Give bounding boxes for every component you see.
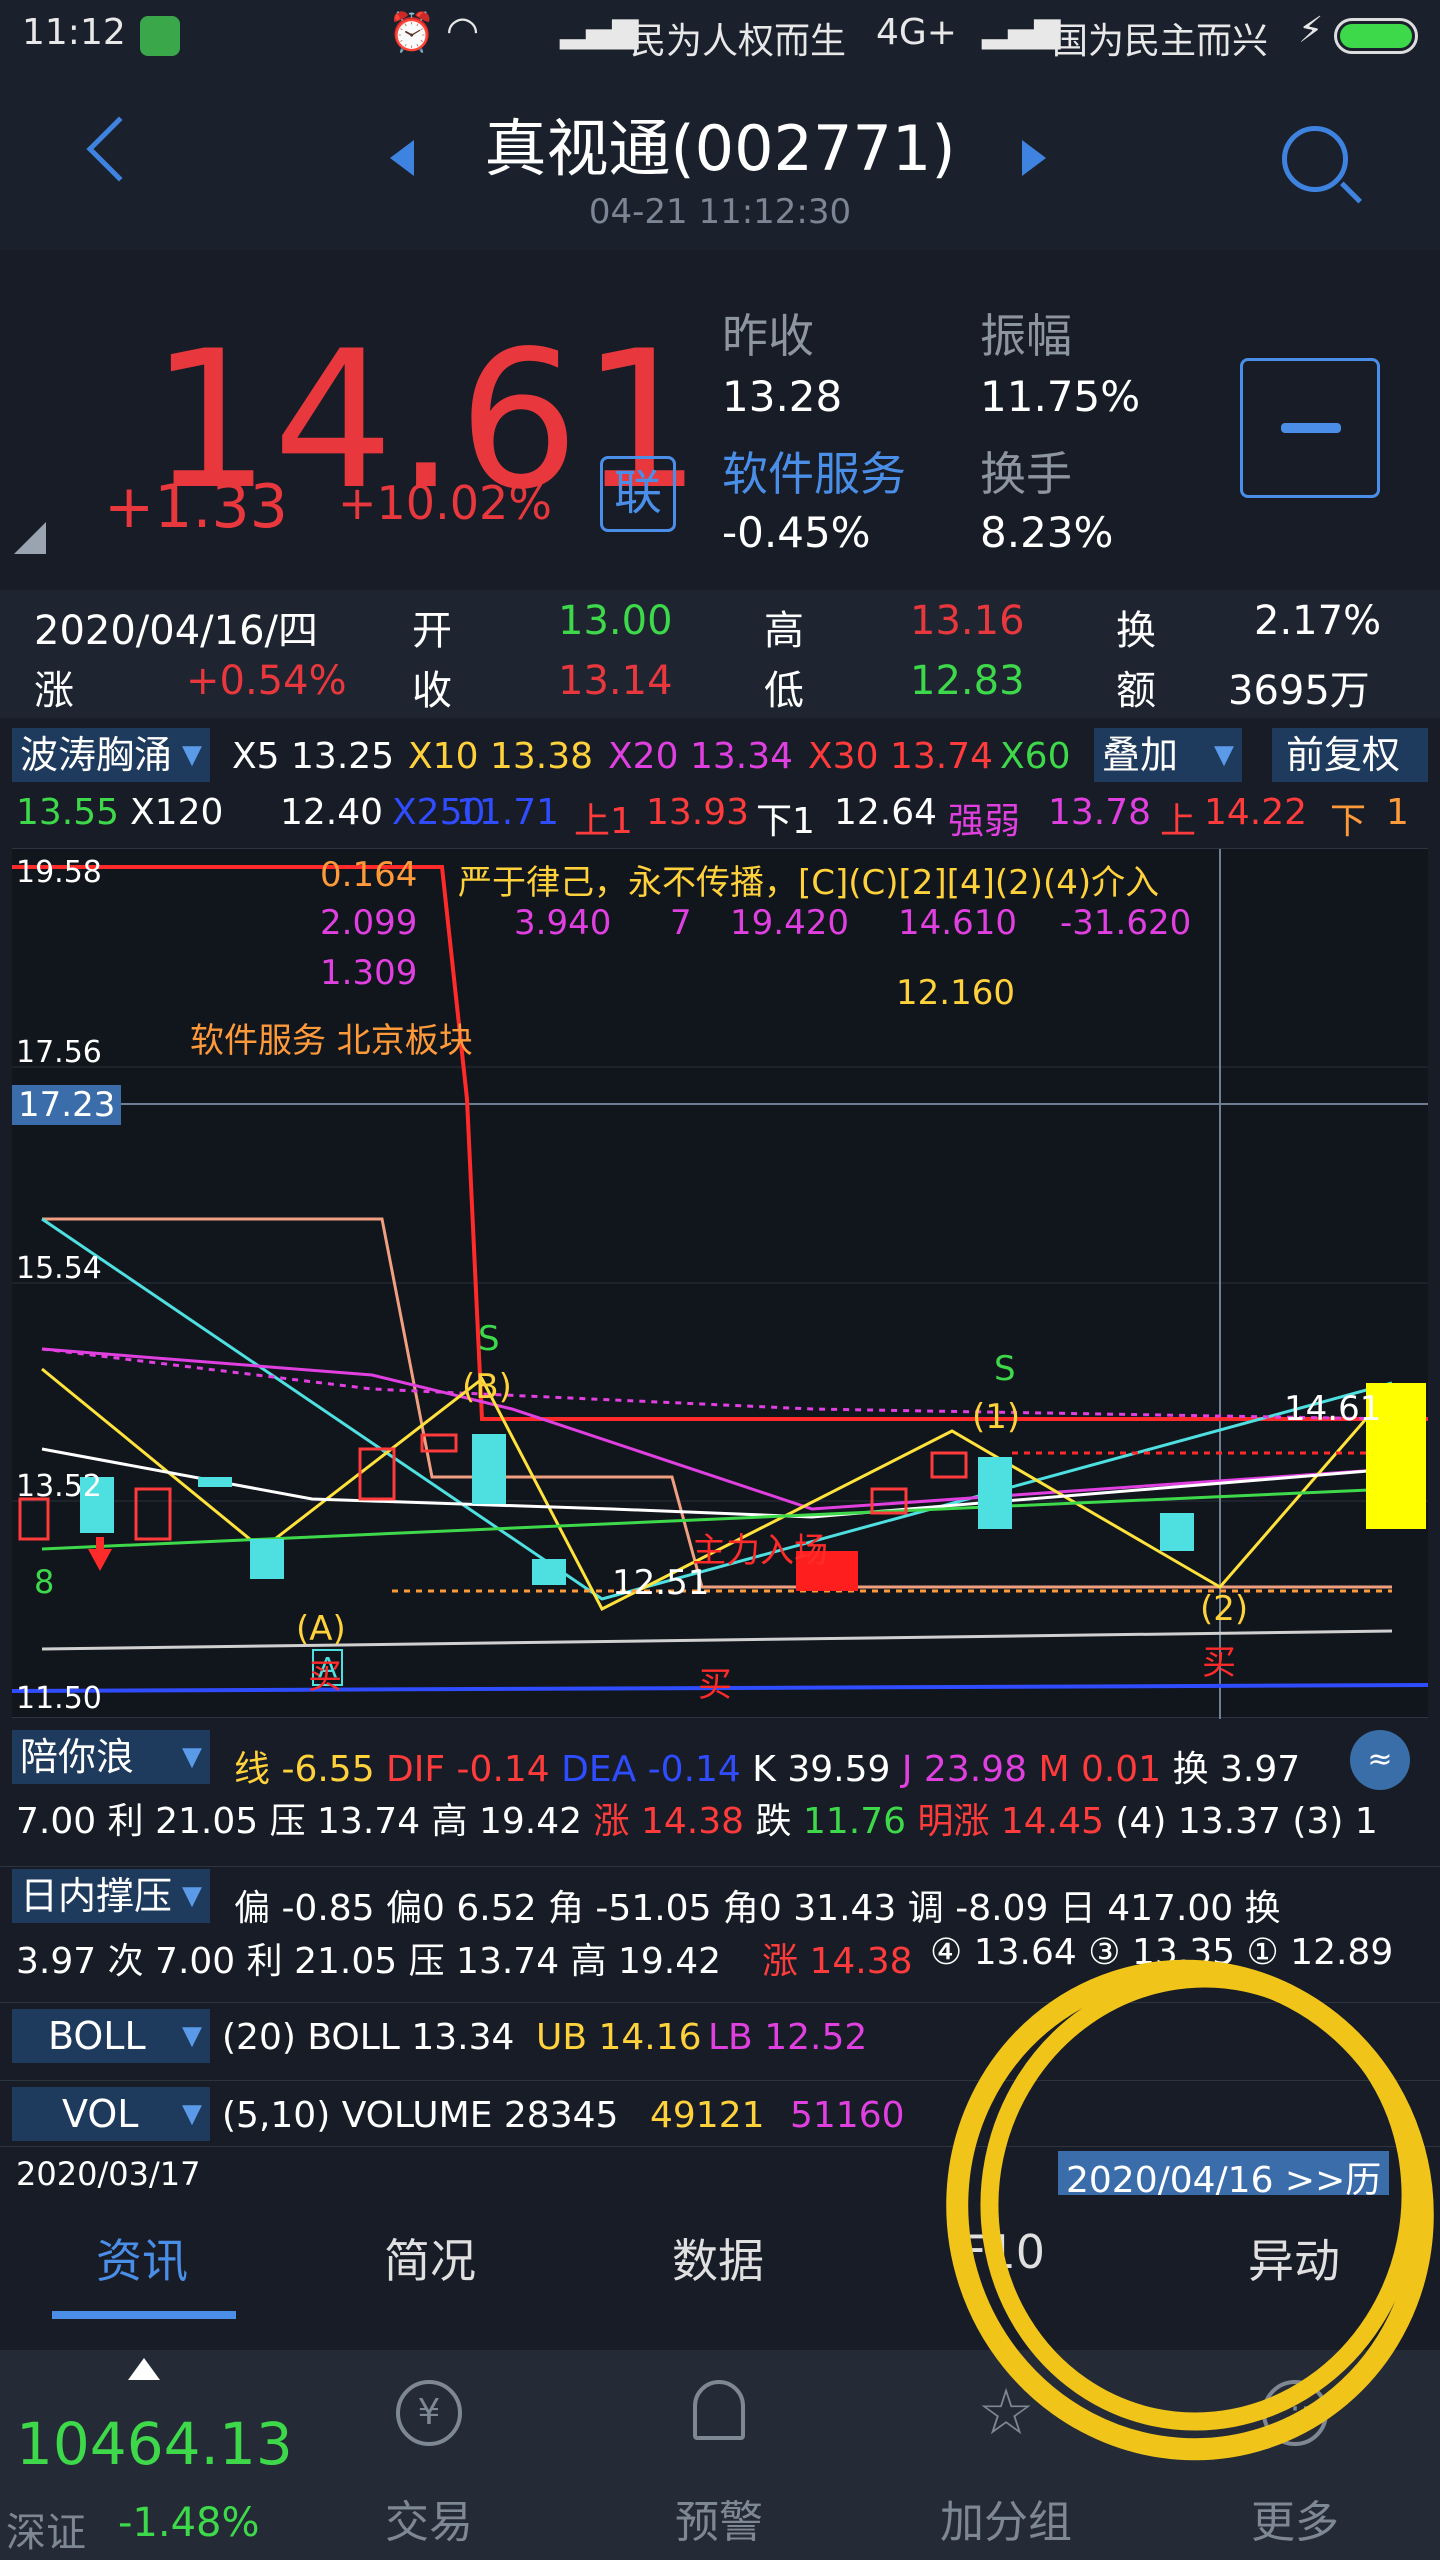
highlight-circle (946, 1959, 1434, 2461)
